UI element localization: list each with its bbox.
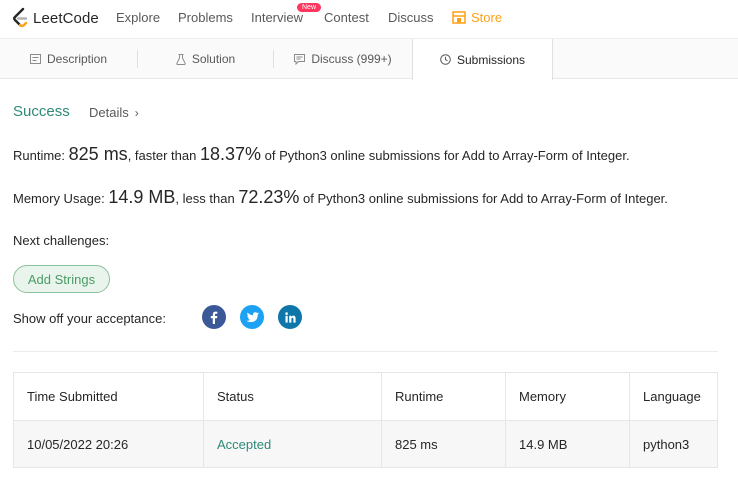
- new-badge: New: [297, 3, 322, 12]
- header-language: Language: [643, 389, 701, 404]
- comment-icon: [294, 53, 306, 65]
- linkedin-share-button[interactable]: [278, 305, 302, 329]
- memory-mid: , less than: [175, 191, 235, 206]
- header-runtime: Runtime: [382, 373, 506, 420]
- nav-interview[interactable]: Interview: [251, 10, 303, 25]
- tab-solution[interactable]: Solution: [138, 39, 273, 79]
- nav-problems[interactable]: Problems: [178, 10, 233, 25]
- twitter-icon: [245, 311, 259, 322]
- store-label: Store: [471, 10, 503, 25]
- facebook-share-button[interactable]: [202, 305, 226, 329]
- tab-description-label: Description: [46, 52, 108, 66]
- status-accepted-link[interactable]: Accepted: [217, 437, 271, 452]
- description-icon: [29, 54, 41, 64]
- cell-time-submitted: 10/05/2022 20:26: [14, 421, 204, 467]
- runtime-value: 825 ms: [68, 144, 128, 164]
- tab-discuss[interactable]: Discuss (999+): [274, 39, 412, 79]
- nav-contest[interactable]: Contest: [324, 10, 369, 25]
- logo-text: LeetCode: [33, 9, 99, 27]
- nav-discuss[interactable]: Discuss: [388, 10, 434, 25]
- nav-store[interactable]: Store: [452, 10, 502, 25]
- next-challenges-label: Next challenges:: [13, 233, 110, 248]
- clock-icon: [440, 54, 451, 65]
- header-memory: Memory: [506, 373, 630, 420]
- tab-solution-label: Solution: [191, 52, 236, 66]
- submissions-table: Time Submitted Status Runtime Memory Lan…: [13, 372, 718, 468]
- store-icon: [452, 11, 466, 24]
- flask-icon: [176, 53, 186, 65]
- problem-tabs: Description Solution Discuss (999+) Subm…: [0, 38, 738, 80]
- table-row: 10/05/2022 20:26 Accepted 825 ms 14.9 MB…: [14, 421, 717, 467]
- memory-summary: Memory Usage: 14.9 MB, less than 72.23% …: [13, 187, 668, 208]
- tab-submissions[interactable]: Submissions: [412, 39, 553, 80]
- tab-discuss-label: Discuss (999+): [311, 52, 392, 66]
- runtime-suffix: of Python3 online submissions for Add to…: [264, 148, 630, 163]
- chevron-right-icon: ›: [134, 105, 139, 120]
- details-label: Details: [89, 105, 129, 120]
- nav-explore[interactable]: Explore: [116, 10, 160, 25]
- header-time-submitted: Time Submitted: [14, 373, 204, 420]
- cell-language: python3: [643, 436, 690, 452]
- runtime-mid: , faster than: [127, 148, 197, 163]
- memory-percent: 72.23%: [238, 187, 300, 207]
- result-status: Success: [13, 103, 70, 120]
- runtime-summary: Runtime: 825 ms, faster than 18.37% of P…: [13, 144, 630, 165]
- cell-runtime: 825 ms: [382, 421, 506, 467]
- share-label: Show off your acceptance:: [13, 311, 166, 326]
- memory-value: 14.9 MB: [108, 187, 176, 207]
- memory-suffix: of Python3 online submissions for Add to…: [303, 191, 668, 206]
- header-status: Status: [204, 373, 382, 420]
- facebook-icon: [210, 311, 218, 324]
- runtime-label: Runtime:: [13, 148, 66, 163]
- table-header-row: Time Submitted Status Runtime Memory Lan…: [14, 373, 717, 421]
- details-link[interactable]: Details ›: [89, 105, 139, 120]
- memory-label: Memory Usage:: [13, 191, 105, 206]
- tab-submissions-label: Submissions: [456, 52, 526, 67]
- challenge-add-strings[interactable]: Add Strings: [13, 265, 110, 293]
- leetcode-logo[interactable]: LeetCode: [12, 6, 99, 30]
- cell-status: Accepted: [204, 421, 382, 467]
- section-divider: [13, 351, 718, 352]
- tab-description[interactable]: Description: [0, 39, 137, 79]
- top-navbar: LeetCode Explore Problems Interview New …: [0, 0, 738, 38]
- cell-memory: 14.9 MB: [506, 421, 630, 467]
- runtime-percent: 18.37%: [199, 144, 262, 164]
- twitter-share-button[interactable]: [240, 305, 264, 329]
- linkedin-icon: [284, 311, 296, 323]
- leetcode-logo-icon: [13, 7, 28, 28]
